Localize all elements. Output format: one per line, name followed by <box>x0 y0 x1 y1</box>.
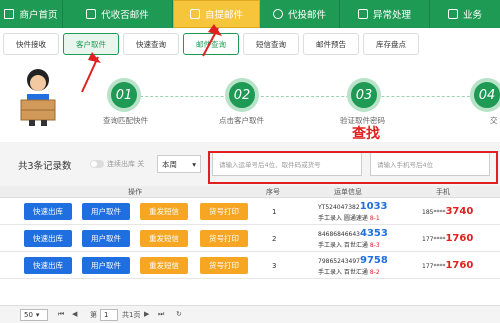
quick-out-button[interactable]: 快速出库 <box>24 203 72 220</box>
phone-prefix: 185**** <box>422 209 446 216</box>
toggle-label: 连续出库 关 <box>107 160 145 168</box>
tracking-number: 846868466434353 <box>318 228 388 239</box>
prev-page-icon[interactable]: ◀ <box>72 310 77 318</box>
first-page-icon[interactable]: ⏮ <box>58 310 64 319</box>
period-select-value: 本周 <box>162 159 177 169</box>
courier-mascot-icon <box>20 69 56 126</box>
resend-sms-button[interactable]: 重发短信 <box>140 257 188 274</box>
steps-panel: 01 查询匹配快件 02 点击客户取件 03 验证取件密码 04 交 <box>0 60 500 132</box>
phone-prefix: 177**** <box>422 236 446 243</box>
find-annotation-label: 查找 <box>352 126 380 142</box>
shelf-code: 8-1 <box>369 215 380 222</box>
step-circle-2: 02 <box>225 78 259 112</box>
col-seq: 序号 <box>266 188 280 196</box>
record-count: 共3条记录数 <box>18 161 72 172</box>
phone-suffix: 1760 <box>445 233 474 244</box>
phone-number: 177****1760 <box>422 233 473 244</box>
user-pickup-button[interactable]: 用户取件 <box>82 203 130 220</box>
search-highlight-box <box>208 151 498 184</box>
continuous-out-toggle[interactable]: 连续出库 关 <box>90 159 144 169</box>
row-seq: 3 <box>272 262 277 270</box>
resend-sms-button[interactable]: 重发短信 <box>140 203 188 220</box>
tracking-prefix: YT524047382 <box>318 204 360 211</box>
tracking-suffix: 9758 <box>360 255 388 266</box>
shelf-code: 8-2 <box>369 269 380 276</box>
step-circle-4: 04 <box>470 78 500 112</box>
table-header: 操作 序号 运单信息 手机 <box>0 186 500 198</box>
page-input[interactable]: 1 <box>100 309 118 321</box>
tracking-number: 798652434979758 <box>318 255 388 266</box>
print-code-button[interactable]: 货号打印 <box>200 203 248 220</box>
user-pickup-button[interactable]: 用户取件 <box>82 257 130 274</box>
col-actions: 操作 <box>128 188 142 196</box>
print-code-button[interactable]: 货号打印 <box>200 230 248 247</box>
row-seq: 2 <box>272 235 277 243</box>
step-circle-1: 01 <box>107 78 141 112</box>
phone-number: 177****1760 <box>422 260 473 271</box>
tracking-company: 手工录入 百世汇通 <box>318 242 368 249</box>
table-row: 快速出库 用户取件 重发短信 货号打印 1 YT5240473821033 手工… <box>0 199 500 225</box>
tracking-suffix: 4353 <box>360 228 388 239</box>
print-code-button[interactable]: 货号打印 <box>200 257 248 274</box>
step-circle-3: 03 <box>347 78 381 112</box>
total-pages: 共1页 <box>122 311 141 319</box>
tracking-number: YT5240473821033 <box>318 201 388 212</box>
step-label-4: 交 <box>490 116 498 125</box>
chevron-down-icon: ▾ <box>35 311 40 319</box>
shelf-code: 8-3 <box>369 242 380 249</box>
step-label-1: 查询匹配快件 <box>103 116 148 125</box>
col-tracking: 运单信息 <box>334 188 362 196</box>
col-phone: 手机 <box>436 188 450 196</box>
tracking-prefix: 79865243497 <box>318 258 360 265</box>
refresh-icon[interactable]: ↻ <box>176 310 182 318</box>
tracking-company: 手工录入 圆通速递 <box>318 215 368 222</box>
phone-suffix: 3740 <box>445 206 474 217</box>
row-seq: 1 <box>272 208 277 216</box>
tracking-desc: 手工录入 百世汇通 8-2 <box>318 267 380 276</box>
user-pickup-button[interactable]: 用户取件 <box>82 230 130 247</box>
page-size-select[interactable]: 50 ▾ <box>20 309 48 321</box>
period-select[interactable]: 本周 ▾ <box>157 155 201 173</box>
next-page-icon[interactable]: ▶ <box>144 310 149 318</box>
toggle-switch-icon <box>90 160 104 168</box>
step-connector <box>110 96 500 97</box>
tracking-company: 手工录入 百世汇通 <box>318 269 368 276</box>
tracking-suffix: 1033 <box>359 201 388 212</box>
page-label: 第 <box>90 311 97 319</box>
last-page-icon[interactable]: ⏭ <box>158 310 164 319</box>
resend-sms-button[interactable]: 重发短信 <box>140 230 188 247</box>
quick-out-button[interactable]: 快速出库 <box>24 230 72 247</box>
tracking-desc: 手工录入 圆通速递 8-1 <box>318 213 380 222</box>
page-size-value: 50 <box>24 311 33 319</box>
tracking-desc: 手工录入 百世汇通 8-3 <box>318 240 380 249</box>
phone-prefix: 177**** <box>422 263 446 270</box>
tracking-prefix: 84686846643 <box>318 231 360 238</box>
step-label-2: 点击客户取件 <box>219 116 264 125</box>
chevron-down-icon: ▾ <box>192 159 196 169</box>
pagination-bar: 50 ▾ ⏮ ◀ 第 1 共1页 ▶ ⏭ ↻ <box>0 305 500 323</box>
table-row: 快速出库 用户取件 重发短信 货号打印 2 846868466434353 手工… <box>0 226 500 252</box>
quick-out-button[interactable]: 快速出库 <box>24 257 72 274</box>
phone-number: 185****3740 <box>422 206 473 217</box>
table-row: 快速出库 用户取件 重发短信 货号打印 3 798652434979758 手工… <box>0 253 500 279</box>
phone-suffix: 1760 <box>445 260 474 271</box>
